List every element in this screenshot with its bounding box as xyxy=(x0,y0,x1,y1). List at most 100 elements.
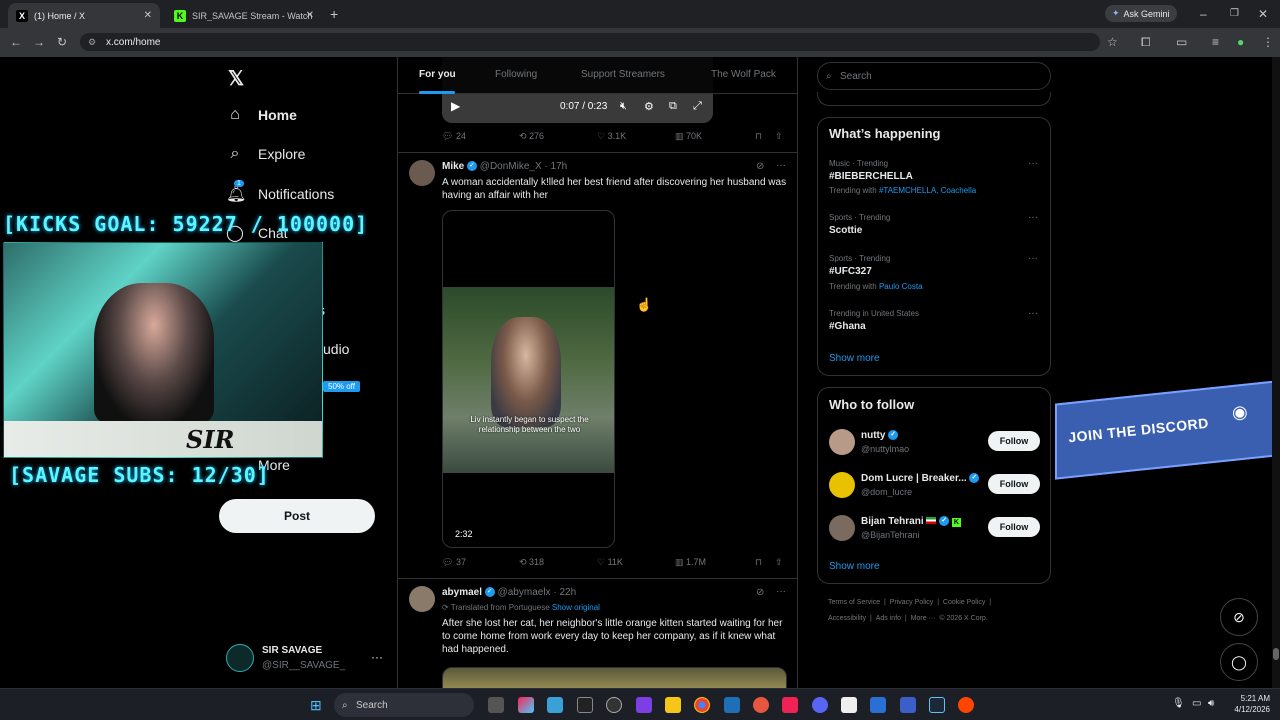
share-icon[interactable]: ⇧ xyxy=(775,131,783,142)
app-icon[interactable] xyxy=(577,697,593,713)
steam-icon[interactable] xyxy=(929,697,945,713)
avatar[interactable] xyxy=(829,472,855,498)
footer-link[interactable]: More ··· xyxy=(911,615,936,622)
scrollbar-thumb[interactable] xyxy=(1273,648,1279,660)
play-icon[interactable]: ▶ xyxy=(451,99,460,113)
tab-stream[interactable]: K SIR_SAVAGE Stream - Watch Liv ✕ xyxy=(166,3,322,28)
avatar[interactable] xyxy=(226,644,254,672)
show-more-link[interactable]: Show more xyxy=(829,353,880,364)
bookmark-icon[interactable]: ⊓ xyxy=(755,557,762,568)
nav-item-home[interactable]: ⌂ Home xyxy=(226,106,297,124)
chrome-icon[interactable] xyxy=(694,697,710,713)
volume-icon[interactable]: 🔊︎ xyxy=(1208,698,1214,709)
mute-icon[interactable]: 🔇︎ xyxy=(620,100,627,113)
post-button[interactable]: Post xyxy=(219,499,375,533)
tab-wolf-pack[interactable]: The Wolf Pack xyxy=(711,69,776,80)
media-icon[interactable]: ≡ xyxy=(1212,35,1219,49)
tweet-image[interactable] xyxy=(442,667,787,688)
copilot-icon[interactable] xyxy=(518,697,534,713)
file-explorer-icon[interactable] xyxy=(665,697,681,713)
footer-link[interactable]: Cookie Policy xyxy=(943,599,985,606)
app-icon[interactable] xyxy=(753,697,769,713)
app-icon[interactable] xyxy=(782,697,798,713)
tab-home-x[interactable]: X (1) Home / X ✕ xyxy=(8,3,160,28)
trend-name[interactable]: #UFC327 xyxy=(829,266,872,277)
bookmark-icon[interactable]: ⊓ xyxy=(755,131,762,142)
app-icon[interactable] xyxy=(547,697,563,713)
settings-icon[interactable]: ⚙ xyxy=(644,100,654,113)
windows-start-icon[interactable]: ⊞ xyxy=(310,697,322,714)
app-icon[interactable] xyxy=(958,697,974,713)
repost-button[interactable]: ⟲ 318 xyxy=(519,557,544,568)
app-icon[interactable] xyxy=(636,697,652,713)
close-icon[interactable]: ✕ xyxy=(306,10,314,21)
like-button[interactable]: ♡ 3.1K xyxy=(597,131,626,142)
grok-icon[interactable]: ⊘ xyxy=(756,587,764,598)
grok-fab-icon[interactable]: ⊘ xyxy=(1220,598,1258,636)
new-tab-icon[interactable]: + xyxy=(330,7,338,21)
grok-icon[interactable]: ⊘ xyxy=(756,161,764,172)
close-window-icon[interactable]: ✕ xyxy=(1258,7,1268,21)
minimize-icon[interactable]: – xyxy=(1200,7,1207,21)
footer-link[interactable]: Privacy Policy xyxy=(890,599,934,606)
account-more-icon[interactable]: ··· xyxy=(371,650,383,664)
search-input[interactable]: ⌕ Search xyxy=(817,62,1051,90)
restore-icon[interactable]: ❐ xyxy=(1230,7,1239,21)
app-icon[interactable] xyxy=(841,697,857,713)
more-icon[interactable]: ··· xyxy=(1028,253,1038,264)
taskbar-search[interactable]: ⌕ Search xyxy=(334,693,474,717)
avatar[interactable] xyxy=(409,586,435,612)
x-logo-icon[interactable]: 𝕏 xyxy=(228,66,244,91)
ask-gemini-button[interactable]: ✦ Ask Gemini xyxy=(1105,5,1177,22)
nav-label-partial[interactable]: udio xyxy=(323,341,349,357)
avatar[interactable] xyxy=(829,429,855,455)
scrollbar[interactable] xyxy=(1272,57,1280,688)
network-icon[interactable]: ▭ xyxy=(1192,698,1201,709)
fullscreen-icon[interactable]: ⤢ xyxy=(693,100,702,113)
like-button[interactable]: ♡ 11K xyxy=(597,557,623,568)
trend-name[interactable]: #BIEBERCHELLA xyxy=(829,171,913,182)
tweet-video[interactable]: Liv instantly began to suspect the relat… xyxy=(442,210,615,548)
views-button[interactable]: ▥ 1.7M xyxy=(675,557,706,568)
follow-button[interactable]: Follow xyxy=(988,474,1040,494)
more-icon[interactable]: ··· xyxy=(1028,158,1038,169)
tab-support-streamers[interactable]: Support Streamers xyxy=(581,69,665,80)
tab-for-you[interactable]: For you xyxy=(419,69,456,80)
url-bar[interactable]: ⚙ x.com/home xyxy=(80,33,1100,51)
messages-fab-icon[interactable]: ◯ xyxy=(1220,643,1258,681)
footer-link[interactable]: Ads info xyxy=(876,615,901,622)
show-original-link[interactable]: Show original xyxy=(552,603,600,612)
more-icon[interactable]: ··· xyxy=(776,160,786,171)
show-more-link[interactable]: Show more xyxy=(829,561,880,572)
trend-name[interactable]: Scottie xyxy=(829,225,862,236)
follow-button[interactable]: Follow xyxy=(988,431,1040,451)
task-view-icon[interactable] xyxy=(488,697,504,713)
pip-icon[interactable]: ⧉ xyxy=(669,100,677,113)
avatar[interactable] xyxy=(409,160,435,186)
follow-button[interactable]: Follow xyxy=(988,517,1040,537)
nav-item-explore[interactable]: ⌕ Explore xyxy=(226,145,306,163)
menu-icon[interactable]: ⋮ xyxy=(1262,35,1274,49)
tab-following[interactable]: Following xyxy=(495,69,537,80)
repost-button[interactable]: ⟲ 276 xyxy=(519,131,544,142)
share-icon[interactable]: ⇧ xyxy=(775,557,783,568)
close-icon[interactable]: ✕ xyxy=(144,10,152,21)
reply-button[interactable]: 💬︎ 24 xyxy=(442,131,466,142)
more-icon[interactable]: ··· xyxy=(776,586,786,597)
site-info-icon[interactable]: ⚙ xyxy=(88,37,96,48)
app-icon[interactable] xyxy=(870,697,886,713)
avatar[interactable] xyxy=(829,515,855,541)
footer-link[interactable]: Accessibility xyxy=(828,615,866,622)
app-icon[interactable] xyxy=(900,697,916,713)
views-button[interactable]: ▥ 70K xyxy=(675,131,702,142)
app-icon[interactable] xyxy=(724,697,740,713)
discord-taskbar-icon[interactable] xyxy=(812,697,828,713)
nav-item-notifications[interactable]: 🔔︎ 1 Notifications xyxy=(226,180,334,204)
bookmark-star-icon[interactable]: ☆ xyxy=(1107,35,1118,49)
back-icon[interactable]: ← xyxy=(10,35,22,49)
mic-icon[interactable]: 🎙︎ xyxy=(1172,698,1185,709)
reload-icon[interactable]: ↻ xyxy=(57,35,67,49)
taskbar-clock[interactable]: 5:21 AM 4/12/2026 xyxy=(1226,693,1270,715)
more-icon[interactable]: ··· xyxy=(1028,212,1038,223)
reply-button[interactable]: 💬︎ 37 xyxy=(442,557,466,568)
